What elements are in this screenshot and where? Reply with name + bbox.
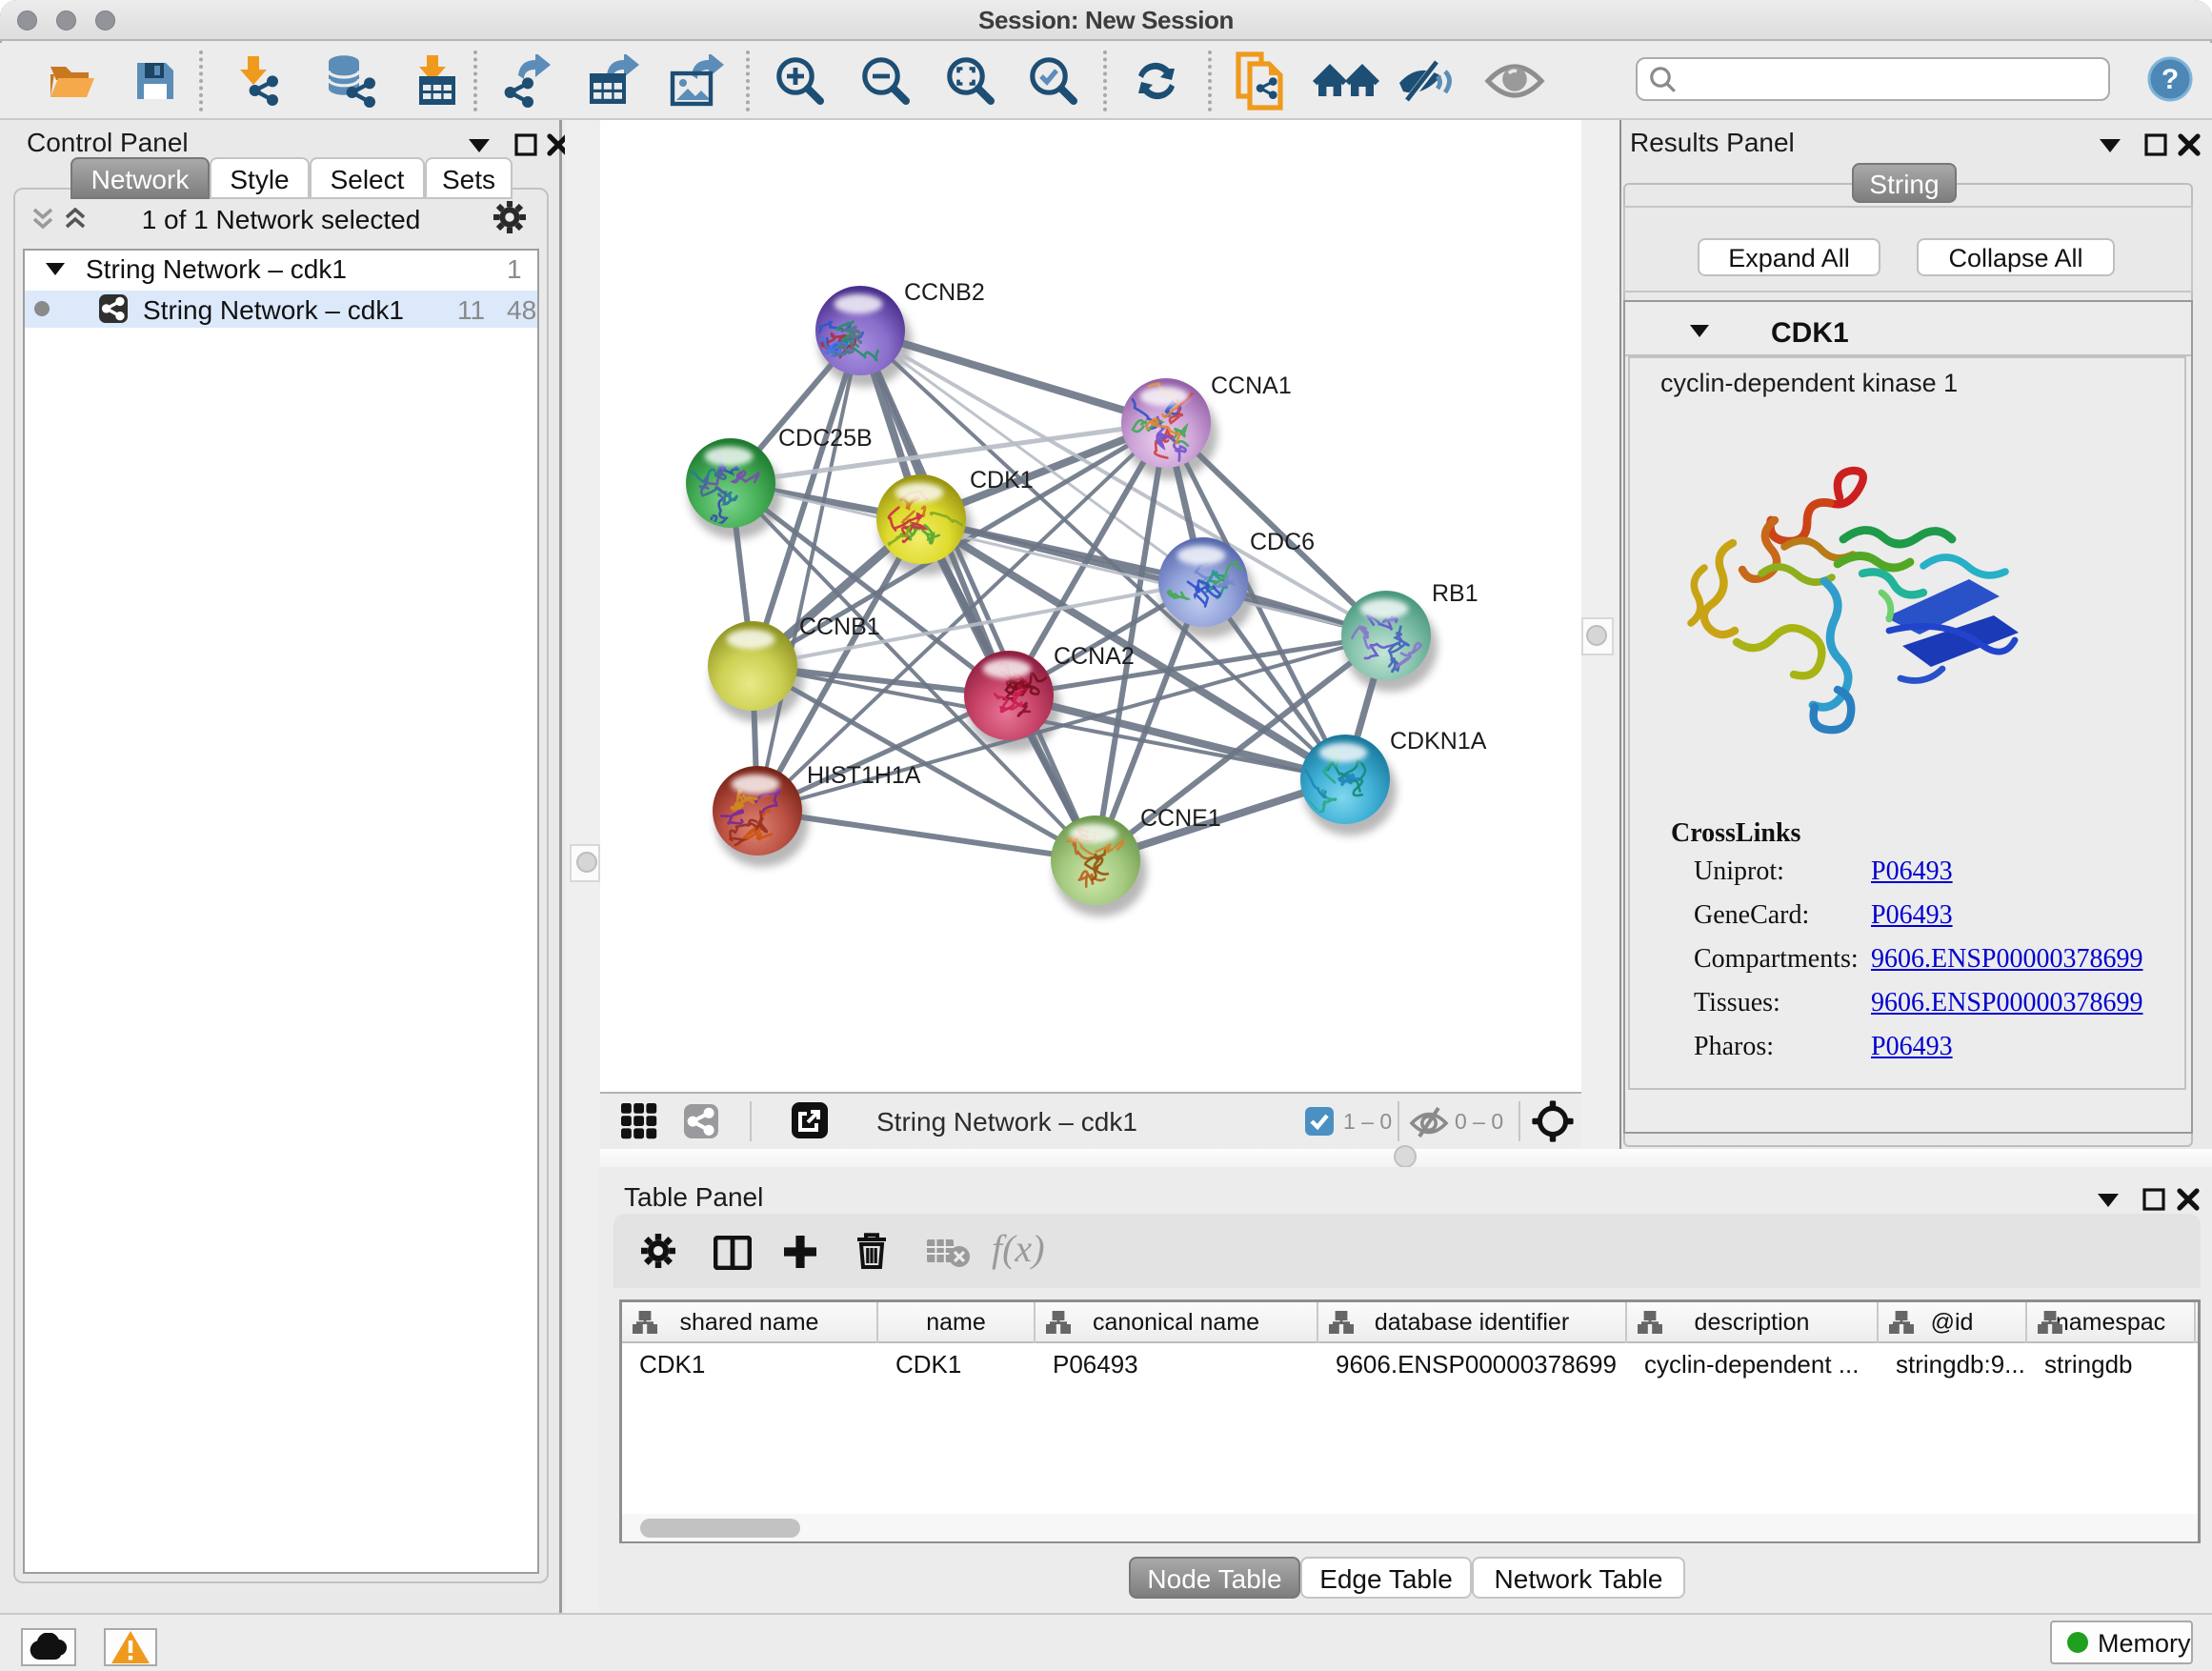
svg-text:RB1: RB1	[1432, 580, 1478, 607]
svg-text:HIST1H1A: HIST1H1A	[807, 762, 921, 789]
svg-text:CDKN1A: CDKN1A	[1390, 728, 1487, 755]
svg-text:CDC25B: CDC25B	[778, 425, 873, 452]
svg-text:CDK1: CDK1	[970, 467, 1034, 493]
svg-text:CCNA2: CCNA2	[1054, 643, 1135, 670]
svg-text:CCNB2: CCNB2	[904, 279, 985, 306]
svg-text:CDC6: CDC6	[1250, 529, 1315, 555]
svg-text:CCNE1: CCNE1	[1140, 805, 1221, 832]
svg-text:CCNB1: CCNB1	[799, 614, 880, 640]
svg-text:?: ?	[2162, 64, 2179, 95]
svg-text:CCNA1: CCNA1	[1211, 372, 1292, 399]
